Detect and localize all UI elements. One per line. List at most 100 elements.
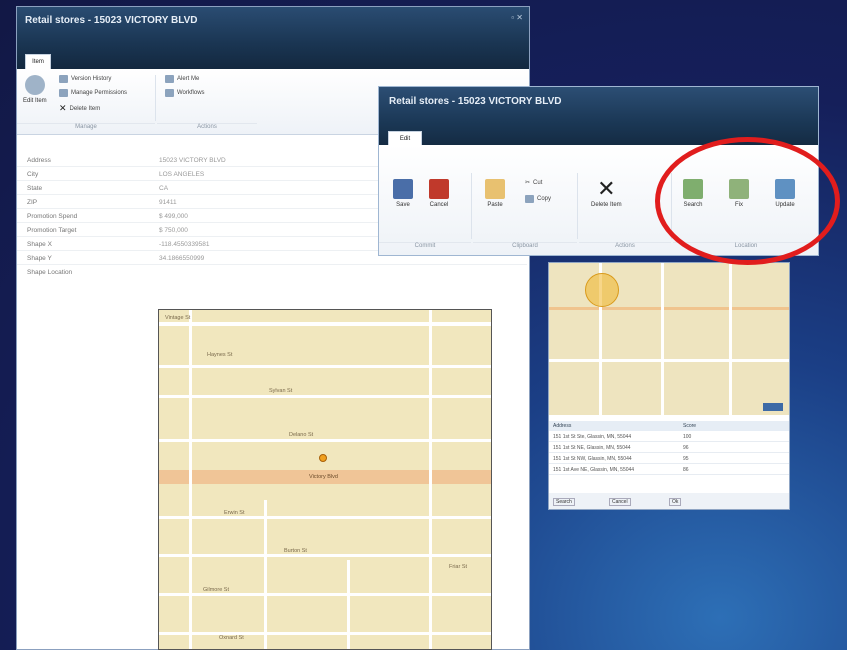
- history-icon: [59, 75, 68, 83]
- column-score: Score: [683, 423, 697, 429]
- group-commit-label: Commit: [379, 242, 471, 249]
- edit-item-button[interactable]: Edit Item: [23, 75, 47, 104]
- panel-footer: Search Cancel Ok: [549, 493, 789, 509]
- delete-label: Delete Item: [591, 202, 622, 208]
- delete-item-button[interactable]: ✕ Delete Item: [59, 103, 100, 114]
- group-manage-label: Manage: [17, 123, 155, 130]
- field-label: Promotion Target: [27, 227, 77, 234]
- field-value: 91411: [159, 199, 177, 206]
- field-label: Shape Y: [27, 255, 52, 262]
- street-label: Sylvan St: [269, 388, 293, 394]
- cancel-button[interactable]: Cancel: [429, 179, 449, 208]
- street-label: Oxnard St: [219, 635, 244, 641]
- delete-item-label: Delete Item: [69, 105, 101, 112]
- street: [159, 322, 491, 326]
- field-value: 34.1866550999: [159, 255, 205, 262]
- street: [661, 263, 664, 415]
- result-address: 151 1st St Ste, Glassin, MN, 55044: [553, 434, 632, 440]
- divider: [155, 75, 156, 121]
- result-row[interactable]: 151 1st St Ste, Glassin, MN, 55044 100: [549, 431, 789, 442]
- result-score: 100: [683, 434, 692, 440]
- window-controls[interactable]: ▫ ✕: [511, 13, 523, 22]
- paste-button[interactable]: Paste: [485, 179, 505, 208]
- edit-icon: [24, 75, 45, 95]
- field-label: ZIP: [27, 199, 38, 206]
- field-value: 15023 VICTORY BLVD: [159, 157, 226, 164]
- alert-me-label: Alert Me: [177, 76, 200, 82]
- street: [549, 307, 789, 310]
- cut-button[interactable]: ✂ Cut: [525, 179, 542, 187]
- field-value: $ 750,000: [159, 227, 188, 234]
- field-label: State: [27, 185, 43, 192]
- cancel-button[interactable]: Cancel: [609, 498, 631, 506]
- street: [159, 632, 491, 635]
- result-address: 151 1st St NE, Glassin, MN, 55044: [553, 445, 631, 451]
- version-history-button[interactable]: Version History: [59, 75, 111, 83]
- column-address: Address: [553, 423, 572, 429]
- street: [549, 359, 789, 362]
- street: [159, 593, 491, 596]
- workflows-icon: [165, 89, 174, 97]
- field-value: LOS ANGELES: [159, 171, 205, 178]
- street-label: Gilmore St: [203, 587, 229, 593]
- street: [159, 439, 491, 442]
- field-label: Shape X: [27, 241, 52, 248]
- highlight-annotation: [655, 137, 840, 265]
- street-label: Vintage St: [165, 315, 191, 321]
- copy-button[interactable]: Copy: [525, 195, 551, 203]
- field-value: CA: [159, 185, 169, 192]
- geocode-results-panel: Address Score 151 1st St Ste, Glassin, M…: [548, 262, 790, 510]
- tab-edit[interactable]: Edit: [388, 131, 422, 146]
- street-label: Haynes St: [207, 352, 233, 358]
- workflows-button[interactable]: Workflows: [165, 89, 205, 97]
- street: [347, 560, 350, 649]
- ok-button[interactable]: Ok: [669, 498, 682, 506]
- street-label: Friar St: [449, 564, 468, 570]
- map-control-button[interactable]: [763, 403, 783, 411]
- street: [729, 263, 732, 415]
- result-address: 151 1st St NW, Glassin, MN, 55044: [553, 456, 632, 462]
- window-title: Retail stores - 15023 VICTORY BLVD: [389, 96, 562, 107]
- result-score: 86: [683, 467, 689, 473]
- manage-permissions-label: Manage Permissions: [71, 90, 128, 96]
- street: [264, 500, 267, 649]
- window-title: Retail stores - 15023 VICTORY BLVD: [25, 15, 198, 26]
- copy-icon: [525, 195, 534, 203]
- result-row[interactable]: 151 1st Ave NE, Glassin, MN, 55044 86: [549, 464, 789, 475]
- field-label: City: [27, 171, 39, 178]
- street: [159, 554, 491, 557]
- street: [429, 310, 432, 649]
- match-highlight-icon[interactable]: [585, 273, 619, 307]
- delete-item-button[interactable]: ✕ Delete Item: [591, 178, 622, 209]
- paste-icon: [485, 179, 505, 199]
- save-button[interactable]: Save: [393, 179, 413, 208]
- copy-label: Copy: [537, 196, 552, 202]
- shape-location-map[interactable]: Vintage St Haynes St Sylvan St Delano St…: [158, 309, 492, 650]
- manage-permissions-button[interactable]: Manage Permissions: [59, 89, 127, 97]
- result-row[interactable]: 151 1st St NE, Glassin, MN, 55044 96: [549, 442, 789, 453]
- save-icon: [393, 179, 413, 199]
- paste-label: Paste: [487, 202, 503, 208]
- field-value: $ 499,000: [159, 213, 188, 220]
- results-map[interactable]: [549, 263, 789, 415]
- search-button[interactable]: Search: [553, 498, 575, 506]
- street: [189, 310, 192, 649]
- divider: [577, 173, 578, 239]
- group-actions-label: Actions: [579, 242, 671, 249]
- street: [159, 516, 491, 519]
- alert-me-button[interactable]: Alert Me: [165, 75, 199, 83]
- street-label: Burton St: [284, 548, 307, 554]
- cancel-icon: [429, 179, 449, 199]
- permissions-icon: [59, 89, 68, 97]
- field-value: -118.4550339581: [159, 241, 210, 248]
- result-row[interactable]: 151 1st St NW, Glassin, MN, 55044 95: [549, 453, 789, 464]
- edit-item-label: Edit Item: [23, 98, 47, 104]
- street: [159, 365, 491, 368]
- tab-item[interactable]: Item: [25, 54, 51, 69]
- cut-icon: ✂: [525, 180, 531, 186]
- map-pin-icon[interactable]: [319, 454, 327, 462]
- field-label: Promotion Spend: [27, 213, 78, 220]
- street-label: Victory Blvd: [309, 474, 338, 480]
- field-row: Shape Location: [17, 265, 527, 279]
- results-header: Address Score: [549, 421, 789, 431]
